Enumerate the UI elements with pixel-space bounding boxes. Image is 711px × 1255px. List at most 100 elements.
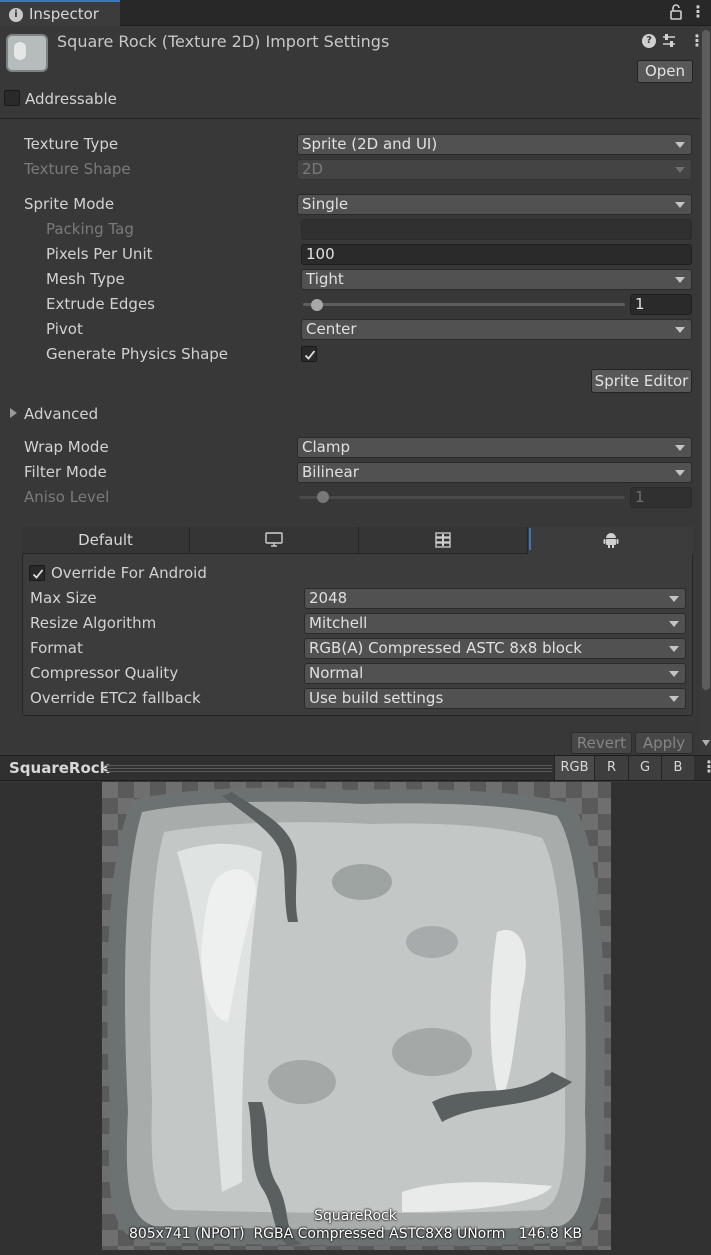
wrap-mode-dropdown[interactable]: Clamp	[297, 437, 692, 458]
format-dropdown[interactable]: RGB(A) Compressed ASTC 8x8 block	[304, 638, 686, 659]
mesh-type-label: Mesh Type	[46, 270, 125, 288]
pivot-value: Center	[306, 320, 357, 338]
resize-algorithm-value: Mitchell	[309, 614, 368, 632]
aniso-level-field: 1	[630, 487, 692, 508]
etc2-fallback-label: Override ETC2 fallback	[30, 689, 201, 707]
texture-type-dropdown[interactable]: Sprite (2D and UI)	[297, 134, 692, 155]
override-android-label: Override For Android	[51, 564, 207, 582]
info-icon: i	[9, 8, 23, 22]
max-size-value: 2048	[309, 589, 348, 607]
open-button[interactable]: Open	[637, 60, 693, 83]
sprite-mode-value: Single	[302, 195, 349, 213]
checkmark-icon	[32, 569, 44, 579]
square-rock-texture-preview	[107, 787, 605, 1246]
help-icon[interactable]: ?	[642, 34, 656, 48]
chevron-down-icon	[669, 596, 679, 602]
pixels-per-unit-label: Pixels Per Unit	[46, 245, 153, 263]
pivot-dropdown[interactable]: Center	[301, 319, 692, 340]
tab-server[interactable]	[359, 527, 528, 554]
aniso-level-slider-track	[299, 496, 625, 499]
extrude-edges-slider-track[interactable]	[303, 303, 625, 306]
chevron-down-icon	[669, 621, 679, 627]
pivot-label: Pivot	[46, 320, 83, 338]
chevron-right-icon[interactable]	[10, 408, 17, 418]
packing-tag-label: Packing Tag	[46, 220, 134, 238]
chevron-down-icon	[669, 646, 679, 652]
platform-tabs: Default	[22, 527, 693, 554]
texture-shape-label: Texture Shape	[24, 160, 131, 178]
texture-shape-dropdown: 2D	[297, 159, 692, 180]
texture-type-label: Texture Type	[24, 135, 119, 153]
tab-inspector[interactable]: i Inspector	[0, 0, 120, 26]
apply-button[interactable]: Apply	[635, 732, 693, 754]
chevron-down-icon	[675, 142, 685, 148]
pixels-per-unit-field[interactable]: 100	[301, 244, 692, 265]
preview-image-name: SquareRock	[314, 1208, 397, 1224]
checkmark-icon	[304, 350, 316, 360]
packing-tag-field	[301, 219, 692, 240]
preview-resize-grip[interactable]	[104, 765, 552, 772]
scroll-down-arrow-icon[interactable]	[702, 740, 710, 746]
sprite-mode-label: Sprite Mode	[24, 195, 115, 213]
preset-sliders-icon[interactable]	[661, 33, 677, 49]
monitor-icon	[265, 532, 283, 547]
chevron-down-icon	[675, 202, 685, 208]
tab-standalone[interactable]	[190, 527, 359, 554]
max-size-label: Max Size	[30, 589, 97, 607]
texture-thumbnail	[6, 34, 48, 72]
active-tab-indicator	[529, 528, 531, 550]
format-label: Format	[30, 639, 83, 657]
extrude-edges-field[interactable]: 1	[630, 294, 692, 315]
generate-physics-shape-label: Generate Physics Shape	[46, 345, 229, 363]
tab-default[interactable]: Default	[22, 527, 190, 554]
max-size-dropdown[interactable]: 2048	[304, 588, 686, 609]
extrude-edges-label: Extrude Edges	[46, 295, 155, 313]
chevron-down-icon	[675, 445, 685, 451]
format-value: RGB(A) Compressed ASTC 8x8 block	[309, 639, 582, 657]
addressable-checkbox[interactable]	[4, 90, 20, 106]
generate-physics-shape-checkbox[interactable]	[301, 346, 317, 362]
extrude-edges-slider-handle[interactable]	[311, 299, 323, 311]
etc2-fallback-value: Use build settings	[309, 689, 444, 707]
sprite-editor-button[interactable]: Sprite Editor	[591, 369, 692, 393]
chevron-down-icon	[675, 327, 685, 333]
wrap-mode-label: Wrap Mode	[24, 438, 109, 456]
divider	[0, 118, 711, 119]
etc2-fallback-dropdown[interactable]: Use build settings	[304, 688, 686, 709]
compressor-quality-label: Compressor Quality	[30, 664, 179, 682]
tab-inspector-label: Inspector	[29, 5, 99, 23]
thumbnail-highlight	[14, 42, 26, 60]
preview-kebab-menu-icon[interactable]: ⋮	[701, 758, 711, 778]
aniso-level-label: Aniso Level	[24, 488, 110, 506]
resize-algorithm-label: Resize Algorithm	[30, 614, 157, 632]
preview-title: SquareRock	[9, 759, 110, 777]
chevron-down-icon	[675, 470, 685, 476]
advanced-foldout[interactable]: Advanced	[24, 405, 98, 423]
texture-shape-value: 2D	[302, 160, 324, 178]
chevron-down-icon	[669, 696, 679, 702]
android-icon	[603, 533, 618, 548]
chevron-down-icon	[675, 277, 685, 283]
addressable-label: Addressable	[25, 90, 117, 108]
preview-image-info: 805x741 (NPOT) RGBA Compressed ASTC8X8 U…	[128, 1226, 583, 1242]
resize-algorithm-dropdown[interactable]: Mitchell	[304, 613, 686, 634]
compressor-quality-dropdown[interactable]: Normal	[304, 663, 686, 684]
channel-b-button[interactable]: B	[661, 756, 694, 780]
filter-mode-label: Filter Mode	[24, 463, 107, 481]
channel-rgb-button[interactable]: RGB	[554, 756, 594, 780]
kebab-menu-icon[interactable]: ⋮	[690, 4, 706, 22]
mesh-type-dropdown[interactable]: Tight	[301, 269, 692, 290]
revert-button[interactable]: Revert	[571, 732, 632, 754]
override-android-checkbox[interactable]	[29, 565, 45, 581]
filter-mode-value: Bilinear	[302, 463, 359, 481]
compressor-quality-value: Normal	[309, 664, 364, 682]
filter-mode-dropdown[interactable]: Bilinear	[297, 462, 692, 483]
mesh-type-value: Tight	[306, 270, 344, 288]
channel-r-button[interactable]: R	[594, 756, 628, 780]
channel-g-button[interactable]: G	[628, 756, 661, 780]
texture-type-value: Sprite (2D and UI)	[302, 135, 438, 153]
sprite-mode-dropdown[interactable]: Single	[297, 194, 692, 215]
lock-icon[interactable]	[668, 3, 684, 21]
scrollbar-thumb[interactable]	[702, 30, 710, 690]
tab-android[interactable]	[528, 527, 693, 554]
